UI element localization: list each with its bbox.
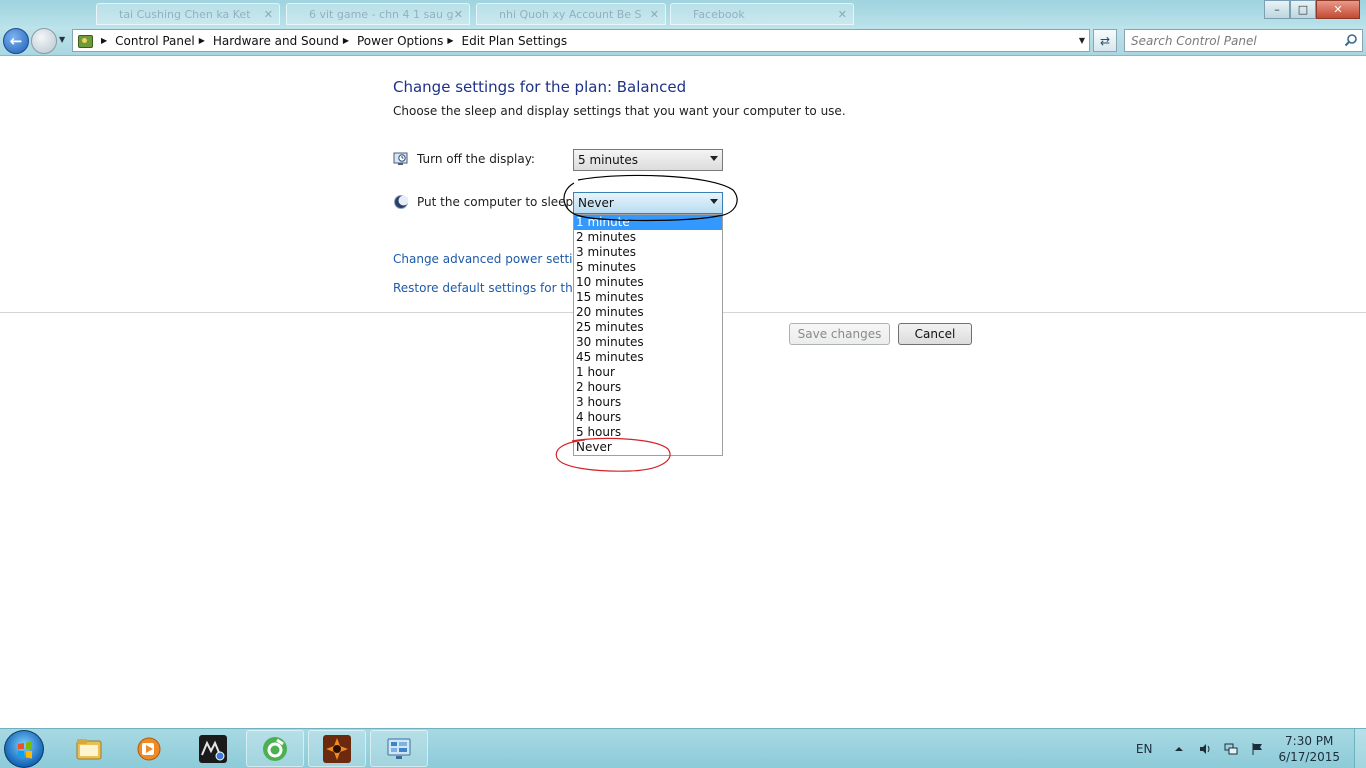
sleep-option[interactable]: 1 minute [574,215,722,230]
breadcrumb-power-options[interactable]: Power Options [357,34,443,48]
control-panel-icon [77,33,93,49]
speaker-icon[interactable] [1198,742,1212,756]
clock[interactable]: 7:30 PM 6/17/2015 [1278,733,1340,765]
sleep-option[interactable]: 10 minutes [574,275,722,290]
breadcrumb-edit-plan-settings[interactable]: Edit Plan Settings [462,34,568,48]
maximize-button[interactable]: □ [1290,0,1316,19]
display-setting-label: Turn off the display: [417,152,535,166]
address-dropdown-icon[interactable]: ▼ [1079,36,1085,45]
search-box[interactable] [1124,29,1363,52]
back-arrow-icon: ← [9,32,23,50]
windows-explorer-icon [76,738,102,759]
refresh-icon: ⇄ [1099,33,1111,48]
search-icon[interactable] [1344,33,1358,47]
breadcrumb-chevron-icon[interactable]: ▶ [343,36,349,45]
chevron-down-icon [710,199,718,204]
page-title: Change settings for the plan: Balanced [393,78,687,96]
sleep-setting-label: Put the computer to sleep: [417,195,578,209]
sleep-option[interactable]: 25 minutes [574,320,722,335]
windows-logo-icon [18,741,32,759]
taskbar: EN 7:30 PM 6/17/2015 [0,728,1366,768]
cancel-button[interactable]: Cancel [898,323,972,345]
taskbar-control-panel[interactable] [370,730,428,767]
sleep-option[interactable]: 2 minutes [574,230,722,245]
breadcrumb-hardware-and-sound[interactable]: Hardware and Sound [213,34,339,48]
sleep-option[interactable]: 30 minutes [574,335,722,350]
taskbar-game-launcher[interactable] [308,730,366,767]
display-timeout-select[interactable]: 5 minutes [573,149,723,171]
start-button[interactable] [4,730,44,768]
monitor-icon [393,152,408,165]
sleep-option[interactable]: 1 hour [574,365,722,380]
breadcrumb-chevron-icon[interactable]: ▶ [199,36,205,45]
tab-1-label: tai Cushing Chen ka Ket [119,8,251,21]
close-tab-icon[interactable]: ✕ [454,8,463,21]
recent-pages-dropdown-icon[interactable]: ▼ [59,35,65,44]
system-tray: EN 7:30 PM 6/17/2015 [1136,729,1366,768]
display-timeout-value: 5 minutes [578,153,639,167]
close-tab-icon[interactable]: ✕ [650,8,659,21]
sleep-option[interactable]: 4 hours [574,410,722,425]
taskbar-media-player[interactable] [120,730,178,767]
address-toolbar: ← ▼ ▶ Control Panel ▶ Hardware and Sound… [0,27,1366,56]
advanced-power-settings-link[interactable]: Change advanced power settings [393,252,594,266]
taskbar-mu-game[interactable] [184,730,242,767]
taskbar-explorer[interactable] [60,730,118,767]
game-launcher-icon [323,734,351,763]
minimize-button[interactable]: – [1264,0,1290,19]
browser-tab-3[interactable]: nhi Quoh xy Account Be S ✕ [476,3,666,25]
title-bar: tai Cushing Chen ka Ket ✕ 6 vit game - ch… [0,0,1366,27]
tab-2-label: 6 vit game - chn 4 1 sau g [309,8,454,21]
sleep-option[interactable]: 5 hours [574,425,722,440]
taskbar-coccoc[interactable] [246,730,304,767]
sleep-options-list[interactable]: 1 minute 2 minutes 3 minutes 5 minutes 1… [573,214,723,456]
sleep-option[interactable]: 45 minutes [574,350,722,365]
control-panel-icon [387,738,411,759]
sleep-timeout-value: Never [578,196,614,210]
search-input[interactable] [1125,30,1335,51]
save-changes-button[interactable]: Save changes [789,323,890,345]
breadcrumb-chevron-icon[interactable]: ▶ [447,36,453,45]
clock-time: 7:30 PM [1285,734,1334,748]
forward-button[interactable] [31,28,57,54]
action-center-flag-icon[interactable] [1250,742,1264,756]
page-subtitle: Choose the sleep and display settings th… [393,104,846,118]
show-desktop-button[interactable] [1354,729,1366,768]
sleep-option[interactable]: 3 minutes [574,245,722,260]
mu-game-icon [199,734,227,763]
network-icon[interactable] [1224,742,1238,756]
sleep-option[interactable]: 15 minutes [574,290,722,305]
back-button[interactable]: ← [3,28,29,54]
address-bar[interactable]: ▶ Control Panel ▶ Hardware and Sound ▶ P… [72,29,1090,52]
browser-tab-2[interactable]: 6 vit game - chn 4 1 sau g ✕ [286,3,470,25]
browser-tab-4[interactable]: Facebook ✕ [670,3,854,25]
refresh-button[interactable]: ⇄ [1093,29,1117,52]
close-tab-icon[interactable]: ✕ [264,8,273,21]
show-hidden-icons-icon[interactable] [1172,742,1186,756]
tab-4-label: Facebook [693,8,745,21]
breadcrumb-control-panel[interactable]: Control Panel [115,34,195,48]
sleep-option-never[interactable]: Never [574,440,722,455]
sleep-option[interactable]: 20 minutes [574,305,722,320]
sleep-option[interactable]: 2 hours [574,380,722,395]
sleep-timeout-select[interactable]: Never [573,192,723,214]
sleep-option[interactable]: 3 hours [574,395,722,410]
close-button[interactable]: ✕ [1316,0,1360,19]
chevron-down-icon [710,156,718,161]
tab-3-label: nhi Quoh xy Account Be S [499,8,642,21]
clock-date: 6/17/2015 [1278,750,1340,764]
language-indicator[interactable]: EN [1136,742,1153,756]
media-player-icon [137,737,161,760]
sleep-option[interactable]: 5 minutes [574,260,722,275]
browser-tab-1[interactable]: tai Cushing Chen ka Ket ✕ [96,3,280,25]
close-tab-icon[interactable]: ✕ [838,8,847,21]
breadcrumb-chevron-icon[interactable]: ▶ [101,36,107,45]
moon-icon [394,195,409,209]
coccoc-browser-icon [263,736,287,761]
